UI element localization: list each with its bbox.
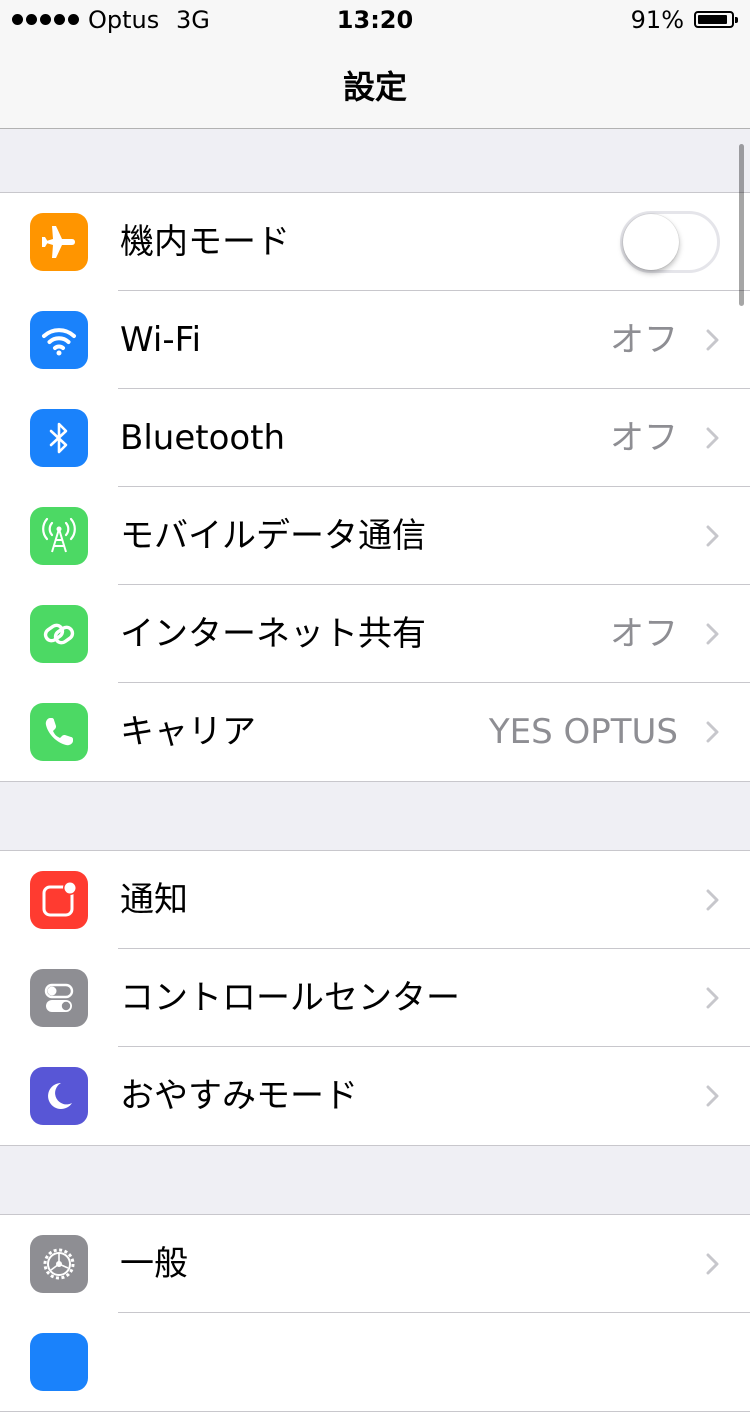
settings-row-label: キャリア [120, 712, 256, 752]
settings-row-control-center[interactable]: コントロールセンター [0, 949, 750, 1047]
chevron-right-icon [706, 427, 719, 449]
settings-row-bluetooth[interactable]: Bluetooth オフ [0, 389, 750, 487]
chevron-right-icon [706, 329, 719, 351]
settings-row-label: モバイルデータ通信 [120, 516, 426, 556]
settings-row-label: 通知 [120, 880, 188, 920]
chevron-right-icon [706, 889, 719, 911]
top-bar: Optus 3G 13:20 91% 設定 [0, 0, 750, 129]
settings-row-value: オフ [610, 614, 678, 654]
settings-group-connectivity: 機内モード Wi-Fi オフ Bluetooth オフ モバイルデータ通信 イン… [0, 192, 750, 782]
notifications-icon [30, 871, 88, 929]
gear-icon [30, 1235, 88, 1293]
toggle-knob [623, 214, 679, 270]
settings-row-personal-hotspot[interactable]: インターネット共有 オフ [0, 585, 750, 683]
chevron-right-icon [706, 525, 719, 547]
chevron-right-icon [706, 623, 719, 645]
moon-icon [30, 1067, 88, 1125]
settings-row-label: インターネット共有 [120, 614, 426, 654]
settings-row-label: 一般 [120, 1244, 188, 1284]
battery-icon [694, 11, 738, 28]
settings-row-label: コントロールセンター [120, 978, 460, 1018]
settings-row-label: 機内モード [120, 222, 290, 262]
settings-row-label: Bluetooth [120, 418, 286, 458]
settings-row-airplane-mode: 機内モード [0, 193, 750, 291]
phone-icon [30, 703, 88, 761]
battery-percentage: 91% [630, 6, 684, 34]
partial-blue-icon [30, 1333, 88, 1391]
airplane-icon [30, 213, 88, 271]
settings-group-general: 一般 [0, 1214, 750, 1412]
settings-row-partial[interactable] [0, 1313, 750, 1411]
hotspot-chain-icon [30, 605, 88, 663]
settings-group-notifications: 通知 コントロールセンター おやすみモード [0, 850, 750, 1146]
settings-row-value: オフ [610, 418, 678, 458]
settings-row-wifi[interactable]: Wi-Fi オフ [0, 291, 750, 389]
chevron-right-icon [706, 721, 719, 743]
bluetooth-icon [30, 409, 88, 467]
settings-row-carrier[interactable]: キャリア YES OPTUS [0, 683, 750, 781]
settings-row-cellular-data[interactable]: モバイルデータ通信 [0, 487, 750, 585]
wifi-icon [30, 311, 88, 369]
scroll-indicator[interactable] [739, 144, 744, 306]
settings-row-value: オフ [610, 320, 678, 360]
airplane-mode-toggle[interactable] [620, 211, 720, 273]
chevron-right-icon [706, 1085, 719, 1107]
settings-row-label: おやすみモード [120, 1076, 358, 1116]
chevron-right-icon [706, 1253, 719, 1275]
control-center-icon [30, 969, 88, 1027]
chevron-right-icon [706, 987, 719, 1009]
settings-row-notifications[interactable]: 通知 [0, 851, 750, 949]
settings-row-label: Wi-Fi [120, 320, 202, 360]
settings-row-general[interactable]: 一般 [0, 1215, 750, 1313]
settings-row-do-not-disturb[interactable]: おやすみモード [0, 1047, 750, 1145]
settings-row-value: YES OPTUS [488, 712, 678, 752]
status-bar: Optus 3G 13:20 91% [0, 0, 750, 40]
page-title: 設定 [342, 68, 407, 106]
cellular-antenna-icon [30, 507, 88, 565]
